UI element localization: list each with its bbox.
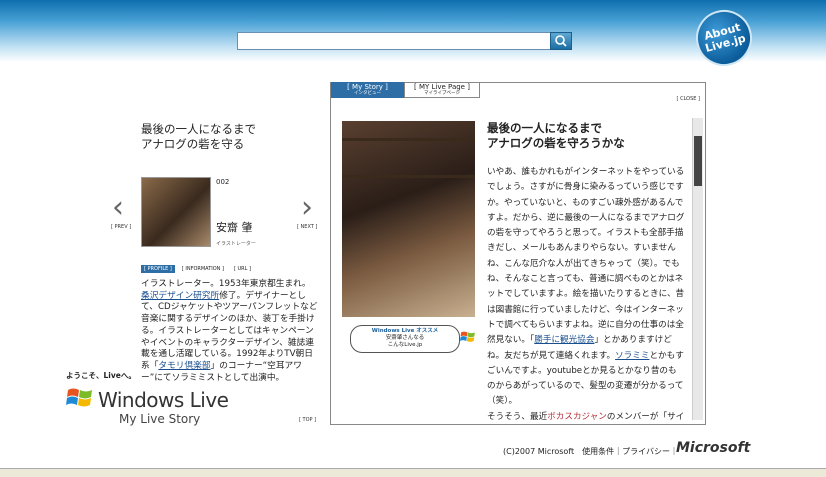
search-icon <box>555 35 567 47</box>
tab-profile[interactable]: [ PROFILE ] <box>141 264 175 273</box>
next-label[interactable]: [ NEXT ] <box>297 224 317 230</box>
story-title: 最後の一人になるまで アナログの砦を守ろうかな <box>487 121 625 150</box>
welcome-text: ようこそ、Liveへ。 <box>66 371 136 380</box>
recommend-bubble[interactable]: Windows Live オススメ 安齋肇さんなる こんなLive.jp <box>350 325 460 353</box>
tab-information[interactable]: [ INFORMATION ] <box>179 265 227 273</box>
story-link-kankou[interactable]: 勝手に観光協会 <box>534 335 594 345</box>
windows-flag-icon <box>460 331 475 342</box>
bio-link-kuwasawa[interactable]: 桑沢デザイン研究所 <box>141 291 219 301</box>
my-live-story-logo: My Live Story <box>119 412 201 426</box>
person-name: 安齋 肇 <box>216 221 253 234</box>
search-button[interactable] <box>550 32 572 50</box>
top-link[interactable]: [ TOP ] <box>299 417 316 423</box>
tab-url[interactable]: [ URL ] <box>231 265 254 273</box>
person-thumbnail <box>141 177 211 247</box>
person-photo <box>342 121 475 317</box>
prev-label[interactable]: [ PREV ] <box>111 224 131 230</box>
windows-flag-icon <box>66 388 92 407</box>
person-role: イラストレーター <box>216 241 256 247</box>
shelf-line <box>342 138 475 141</box>
shelf-line <box>342 175 475 178</box>
tab-my-live-page[interactable]: [ MY Live Page ] マイライブページ <box>404 82 480 98</box>
close-button[interactable]: [ CLOSE ] <box>676 96 700 102</box>
microsoft-logo: Microsoft <box>676 440 751 456</box>
person-number: 002 <box>216 178 230 186</box>
story-link-soramimi[interactable]: ソラミミ <box>615 351 649 361</box>
next-arrow-icon[interactable]: › <box>301 193 313 223</box>
left-title: 最後の一人になるまで アナログの砦を守る <box>141 122 256 151</box>
footer-text[interactable]: (C)2007 Microsoft 使用条件｜プライバシー｜ <box>503 446 678 457</box>
story-scrollbar[interactable] <box>692 118 703 420</box>
story-link-bokasuka[interactable]: ボカスカジャン <box>547 412 607 422</box>
scrollbar-thumb[interactable] <box>694 136 702 186</box>
bio-link-tamori[interactable]: タモリ倶楽部 <box>158 361 210 371</box>
search-input[interactable] <box>237 32 551 50</box>
profile-text: イラストレーター。1953年東京都生まれ。桑沢デザイン研究所修了。デザイナーとし… <box>141 279 318 383</box>
profile-tabs: [ PROFILE ] [ INFORMATION ] [ URL ] <box>141 264 258 273</box>
prev-arrow-icon[interactable]: ‹ <box>112 193 124 223</box>
story-text: いやあ、誰もかれもがインターネットをやっているでしょう。さすがに骨身に染みるって… <box>487 167 685 422</box>
tab-my-story[interactable]: [ My Story ] インタビュー <box>331 82 404 98</box>
windows-live-logo: Windows Live <box>98 388 229 412</box>
search-bar <box>237 32 573 50</box>
